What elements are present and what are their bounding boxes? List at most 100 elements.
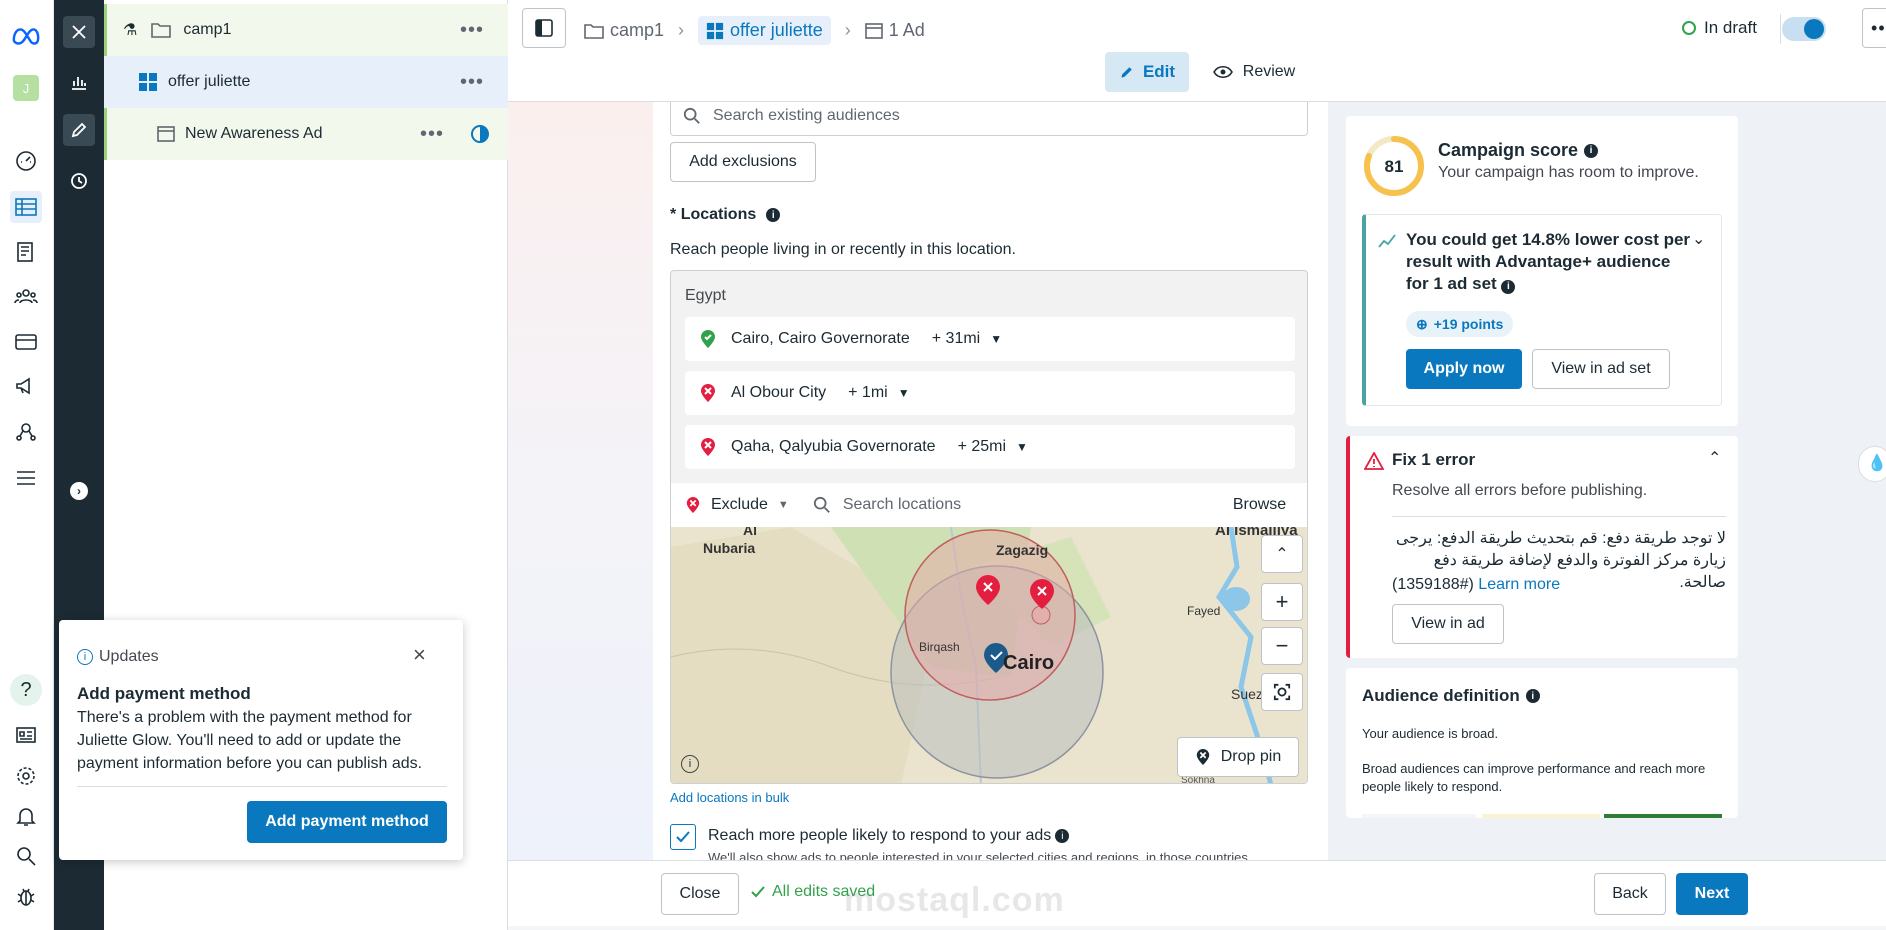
- caret-down-icon[interactable]: ▼: [990, 332, 1002, 346]
- avatar-initial: J: [13, 75, 39, 101]
- history-clock-icon[interactable]: [63, 165, 95, 197]
- more-options-button[interactable]: •••: [1862, 8, 1886, 48]
- campaigns-table-icon[interactable]: [10, 191, 42, 223]
- sidebar-toggle-icon: [535, 19, 553, 37]
- location-map[interactable]: Al Nubaria Zagazig Al Ismailiya Fayed Bi…: [671, 527, 1307, 783]
- reach-more-checkbox[interactable]: [670, 824, 696, 850]
- locate-me-button[interactable]: [1261, 673, 1303, 711]
- divider: [77, 786, 447, 787]
- audience-def-line2: Broad audiences can improve performance …: [1362, 761, 1706, 794]
- caret-down-icon[interactable]: ▼: [1016, 440, 1028, 454]
- dashboard-icon[interactable]: [10, 144, 42, 176]
- info-icon[interactable]: i: [1525, 689, 1540, 703]
- expand-panel-icon[interactable]: ›: [63, 475, 95, 507]
- chevron-up-icon[interactable]: ⌃: [1708, 448, 1721, 468]
- info-icon[interactable]: i: [1501, 280, 1516, 294]
- error-title: Fix 1 error: [1392, 450, 1476, 469]
- charts-icon[interactable]: [63, 66, 95, 98]
- breadcrumb-ad[interactable]: 1 Ad: [889, 20, 925, 41]
- exclude-pin-icon: [701, 384, 715, 402]
- publish-toggle[interactable]: [1782, 17, 1826, 41]
- audiences-icon[interactable]: [10, 280, 42, 312]
- edit-pencil-icon[interactable]: [63, 114, 95, 146]
- apply-now-button[interactable]: Apply now: [1406, 349, 1522, 389]
- updates-title: Add payment method: [77, 684, 251, 703]
- info-icon[interactable]: i: [1055, 829, 1070, 843]
- error-card: Fix 1 error ⌃ Resolve all errors before …: [1346, 436, 1738, 658]
- droplet-icon: 💧: [1867, 455, 1886, 472]
- feedback-tab[interactable]: 💧: [1858, 446, 1886, 482]
- tree-item-ad[interactable]: New Awareness Ad •••: [104, 108, 508, 160]
- breadcrumb-campaign[interactable]: camp1: [610, 20, 664, 41]
- toggle-sidebar-button[interactable]: [522, 8, 566, 48]
- view-in-ad-button[interactable]: View in ad: [1392, 604, 1504, 644]
- account-avatar[interactable]: J: [10, 72, 42, 104]
- browse-button[interactable]: Browse: [1233, 496, 1286, 514]
- reports-icon[interactable]: [10, 719, 42, 751]
- meter-segment: [1362, 814, 1476, 818]
- add-payment-method-button[interactable]: Add payment method: [247, 801, 447, 843]
- caret-down-icon[interactable]: ▼: [898, 386, 910, 400]
- draft-status-icon: [1682, 21, 1696, 35]
- zoom-in-button[interactable]: +: [1261, 583, 1303, 621]
- location-search-input[interactable]: Search locations: [843, 496, 1233, 514]
- map-info-icon[interactable]: i: [681, 755, 699, 773]
- score-heading: Campaign score i: [1438, 140, 1599, 161]
- add-locations-bulk-link[interactable]: Add locations in bulk: [670, 790, 789, 805]
- drop-pin-button[interactable]: Drop pin: [1177, 737, 1299, 777]
- info-icon[interactable]: i: [766, 208, 781, 222]
- review-tab[interactable]: Review: [1208, 52, 1300, 92]
- map-label: Suez: [1231, 686, 1263, 702]
- caret-down-icon[interactable]: ▼: [778, 499, 789, 511]
- breadcrumb-adset[interactable]: offer juliette: [698, 16, 831, 45]
- location-radius: + 31mi: [931, 330, 981, 347]
- left-gradient: [508, 102, 653, 860]
- search-icon[interactable]: [10, 840, 42, 872]
- add-exclusions-button[interactable]: Add exclusions: [670, 142, 816, 182]
- location-item[interactable]: Al Obour City + 1mi ▼: [685, 371, 1295, 415]
- more-options-icon[interactable]: •••: [460, 71, 484, 94]
- map-collapse-button[interactable]: ⌃: [1261, 535, 1303, 573]
- help-icon[interactable]: ?: [10, 674, 42, 706]
- points-badge: ⊕ +19 points: [1406, 311, 1514, 337]
- edit-tab[interactable]: Edit: [1105, 52, 1189, 92]
- draft-status: In draft: [1682, 18, 1757, 38]
- chevron-down-icon[interactable]: ⌄: [1692, 229, 1705, 249]
- menu-icon[interactable]: [10, 462, 42, 494]
- bug-report-icon[interactable]: [10, 880, 42, 912]
- close-icon[interactable]: ×: [413, 642, 426, 668]
- tree-item-adset[interactable]: offer juliette •••: [104, 56, 508, 108]
- trend-icon: [1378, 234, 1396, 248]
- megaphone-icon[interactable]: [10, 370, 42, 402]
- zoom-out-button[interactable]: −: [1261, 627, 1303, 665]
- map-label: Fayed: [1187, 604, 1220, 618]
- reach-more-description: We'll also show ads to people interested…: [708, 850, 1252, 860]
- include-pin-icon: [701, 330, 715, 348]
- notifications-bell-icon[interactable]: [10, 800, 42, 832]
- recommendation-text-wrap: You could get 14.8% lower cost per resul…: [1406, 229, 1696, 295]
- include-exclude-select[interactable]: Exclude: [711, 496, 768, 514]
- checkmark-icon: [676, 831, 690, 843]
- next-button[interactable]: Next: [1676, 873, 1748, 915]
- exclude-pin-icon: [686, 497, 700, 513]
- billing-card-icon[interactable]: [10, 326, 42, 358]
- view-in-ad-set-button[interactable]: View in ad set: [1532, 349, 1670, 389]
- more-options-icon[interactable]: •••: [460, 19, 484, 42]
- business-network-icon[interactable]: [10, 416, 42, 448]
- map-label: Birqash: [919, 640, 960, 654]
- plus-icon: +: [1275, 589, 1289, 614]
- location-radius: + 25mi: [957, 438, 1007, 455]
- learn-more-link[interactable]: Learn more: [1478, 576, 1560, 593]
- close-button[interactable]: Close: [661, 873, 739, 915]
- pages-icon[interactable]: [10, 236, 42, 268]
- meta-logo-icon[interactable]: [10, 20, 42, 52]
- more-options-icon[interactable]: •••: [420, 123, 444, 146]
- audience-search-input[interactable]: Search existing audiences: [670, 102, 1308, 136]
- tree-item-campaign[interactable]: ⚗ camp1 •••: [104, 4, 508, 56]
- info-icon[interactable]: i: [1584, 143, 1599, 158]
- close-editor-icon[interactable]: [63, 16, 95, 48]
- location-item[interactable]: Cairo, Cairo Governorate + 31mi ▼: [685, 317, 1295, 361]
- back-button[interactable]: Back: [1594, 873, 1666, 915]
- location-item[interactable]: Qaha, Qalyubia Governorate + 25mi ▼: [685, 425, 1295, 469]
- settings-gear-icon[interactable]: [10, 760, 42, 792]
